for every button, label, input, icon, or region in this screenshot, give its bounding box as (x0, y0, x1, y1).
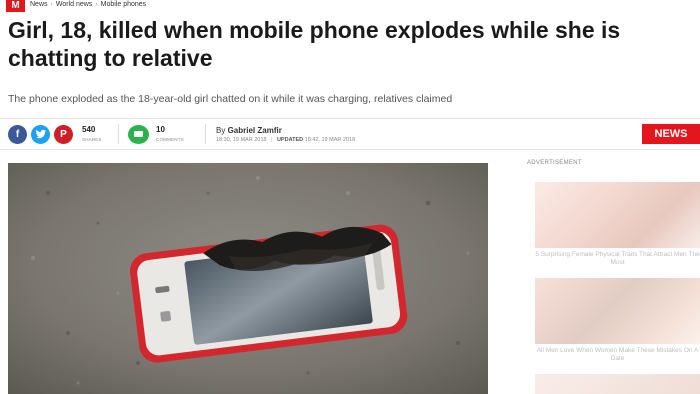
breadcrumb-world-news[interactable]: World news (56, 1, 92, 8)
breadcrumb-news[interactable]: News (30, 1, 48, 8)
ad-image[interactable] (535, 278, 700, 344)
sidebar: ADVERTISEMENT 5 Surprising Female Physic… (525, 160, 700, 394)
burnt-phone-image (8, 163, 488, 394)
twitter-icon[interactable] (31, 125, 50, 144)
updated-date: 18:42, 19 MAR 2018 (304, 137, 356, 143)
share-count-label: SHARES (82, 137, 102, 142)
date-separator: | (270, 137, 273, 143)
chevron-right-icon: › (50, 1, 53, 8)
ad-caption[interactable]: 5 Surprising Female Physical Traits That… (535, 251, 700, 267)
news-category-button[interactable]: NEWS (642, 124, 700, 144)
article-dates: 18:30, 19 MAR 2018 | UPDATED 18:42, 19 M… (216, 137, 355, 143)
breadcrumb-mobile-phones[interactable]: Mobile phones (101, 1, 147, 8)
ad-image[interactable] (535, 374, 700, 394)
ad-caption[interactable]: All Men Love When Women Make These Mista… (535, 347, 700, 363)
breadcrumb: News › World news › Mobile phones (30, 0, 146, 10)
comment-count-value: 10 (156, 125, 165, 134)
ad-image[interactable] (535, 182, 700, 248)
published-date: 18:30, 19 MAR 2018 (216, 137, 267, 143)
comment-icon[interactable] (128, 125, 149, 144)
article-headline: Girl, 18, killed when mobile phone explo… (8, 17, 621, 71)
comment-count-label: COMMENTS (156, 137, 184, 142)
share-count: 540 SHARES (82, 126, 102, 144)
share-count-value: 540 (82, 125, 96, 134)
advertisement-label: ADVERTISEMENT (527, 160, 582, 166)
article-photo (8, 163, 488, 394)
updated-label: UPDATED (276, 137, 304, 143)
share-bar: f P 540 SHARES 10 COMMENTS By Gabriel Za… (0, 118, 700, 150)
author-link[interactable]: Gabriel Zamfir (228, 126, 282, 135)
divider (205, 124, 206, 144)
facebook-icon[interactable]: f (8, 125, 27, 144)
pinterest-icon[interactable]: P (54, 125, 73, 144)
chevron-right-icon: › (95, 1, 98, 8)
byline: By Gabriel Zamfir (216, 126, 282, 135)
comment-count[interactable]: 10 COMMENTS (156, 126, 184, 144)
article-subheading: The phone exploded as the 18-year-old gi… (8, 93, 453, 105)
byline-prefix: By (216, 126, 226, 135)
top-nav: M News › World news › Mobile phones (0, 0, 700, 12)
divider (118, 124, 119, 144)
site-logo[interactable]: M (6, 0, 25, 12)
